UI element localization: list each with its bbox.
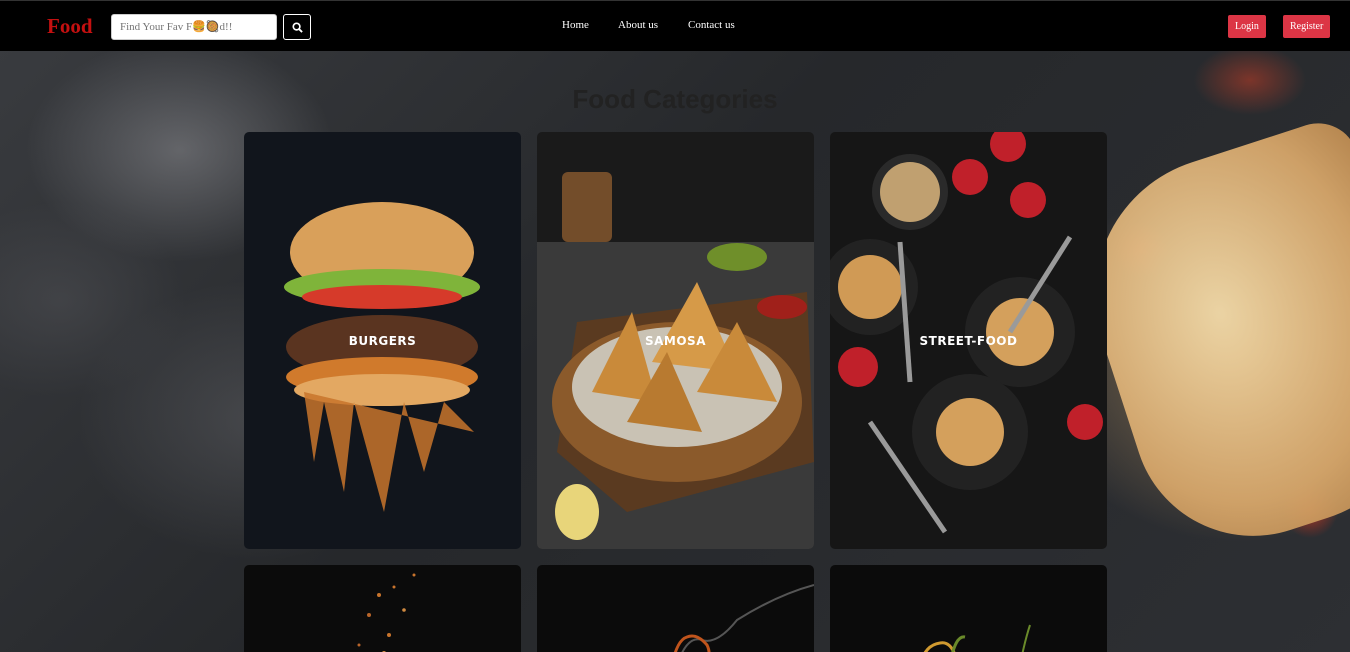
- category-card-street-food[interactable]: STREET-FOOD: [830, 132, 1107, 549]
- register-button[interactable]: Register: [1283, 15, 1331, 38]
- nav-contact-us[interactable]: Contact us: [688, 19, 735, 31]
- category-card-burgers[interactable]: BURGERS: [244, 132, 521, 549]
- nav-home[interactable]: Home: [562, 19, 589, 31]
- food-image: [357, 573, 416, 652]
- nav-about-us[interactable]: About us: [618, 19, 658, 31]
- category-card-5[interactable]: [537, 565, 814, 652]
- page-title: Food Categories: [572, 84, 778, 114]
- food-image: [673, 584, 814, 652]
- category-card-4[interactable]: [244, 565, 521, 652]
- food-image: [923, 624, 1031, 652]
- search-icon: [291, 21, 303, 33]
- category-label-street-food: STREET-FOOD: [919, 333, 1018, 348]
- navbar: Food Home About us Contact us Login Regi…: [0, 0, 1350, 51]
- category-card-6[interactable]: [830, 565, 1107, 652]
- brand-logo[interactable]: Food: [47, 14, 93, 39]
- category-label-samosa: SAMOSA: [644, 333, 706, 348]
- category-label-burgers: BURGERS: [348, 333, 417, 348]
- search-button[interactable]: [283, 14, 311, 40]
- search-input[interactable]: [111, 14, 277, 40]
- category-card-samosa[interactable]: SAMOSA: [537, 132, 814, 549]
- login-button[interactable]: Login: [1228, 15, 1266, 38]
